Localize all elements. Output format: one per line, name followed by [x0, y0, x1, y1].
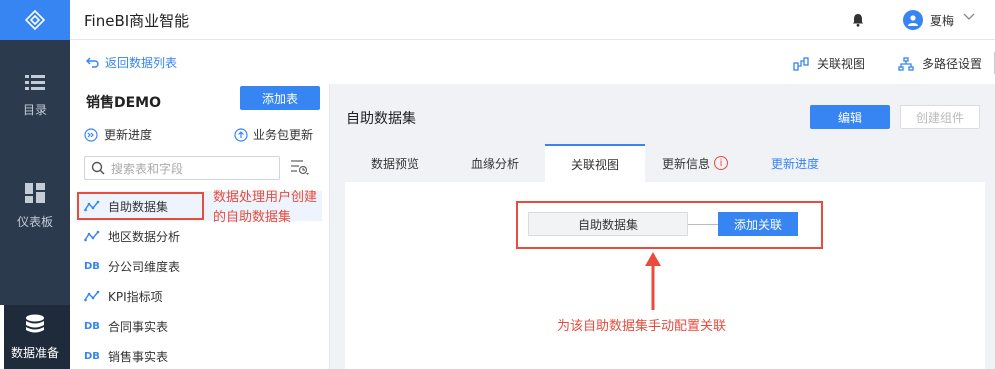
- tab-update-info[interactable]: 更新信息 i: [645, 144, 745, 182]
- package-update-label: 业务包更新: [253, 128, 314, 142]
- dashboard-icon: [25, 182, 45, 203]
- sort-filter-icon[interactable]: [290, 158, 310, 179]
- db-icon: DB: [84, 260, 100, 272]
- relation-view-label: 关联视图: [817, 57, 866, 71]
- bell-icon[interactable]: [852, 13, 864, 30]
- annotation-note-left: 数据处理用户创建 的自助数据集: [213, 190, 318, 225]
- create-component-button[interactable]: 创建组件: [900, 105, 980, 129]
- user-name[interactable]: 夏梅: [930, 12, 954, 29]
- self-help-dataset-icon: [84, 290, 100, 302]
- list-icon: [25, 74, 45, 90]
- package-update-button[interactable]: 业务包更新: [234, 126, 313, 143]
- table-name: 分公司维度表: [108, 259, 181, 274]
- relation-view-button[interactable]: 关联视图: [793, 55, 865, 72]
- logo-icon: [24, 9, 46, 31]
- tab-data-preview[interactable]: 数据预览: [345, 144, 445, 182]
- tab-update-progress[interactable]: 更新进度: [745, 144, 845, 182]
- table-name: 销售事实表: [108, 349, 169, 364]
- annotation-arrow: [645, 252, 661, 310]
- tab-label: 血缘分析: [470, 156, 519, 171]
- table-name: KPI指标项: [108, 289, 163, 304]
- tab-label: 更新信息: [661, 156, 710, 171]
- tab-label: 更新进度: [770, 156, 819, 171]
- tab-lineage[interactable]: 血缘分析: [445, 144, 545, 182]
- multi-path-label: 多路径设置: [922, 57, 983, 71]
- edit-button[interactable]: 编辑: [810, 105, 890, 129]
- sub-toolbar: 返回数据列表 关联视图 多路径设置: [70, 40, 995, 84]
- db-icon: DB: [84, 350, 100, 362]
- back-arrow-icon: [86, 57, 99, 68]
- table-item-branch-dimension[interactable]: DB 分公司维度表: [78, 251, 322, 281]
- add-table-button[interactable]: 添加表: [240, 86, 320, 110]
- table-item-kpi[interactable]: KPI指标项: [78, 281, 322, 311]
- progress-icon: [84, 127, 98, 142]
- relation-icon: [793, 56, 809, 71]
- annotation-note-bottom: 为该自助数据集手动配置关联: [557, 319, 727, 334]
- table-item-sales-fact[interactable]: DB 销售事实表: [78, 341, 322, 369]
- search-icon: [91, 161, 105, 175]
- back-to-data-list-link[interactable]: 返回数据列表: [86, 54, 177, 71]
- nav-label-catalog: 目录: [22, 102, 47, 117]
- dataset-title: 自助数据集: [346, 111, 416, 127]
- annotation-highlight-table: [77, 192, 204, 220]
- nav-item-dashboard[interactable]: 仪表板: [0, 174, 70, 238]
- upload-icon: [234, 127, 248, 142]
- tab-label: 数据预览: [370, 156, 419, 171]
- left-nav: 目录 仪表板 数据准备: [0, 0, 70, 369]
- detail-tabs: 数据预览 血缘分析 关联视图 更新信息 i 更新进度: [345, 144, 985, 182]
- multi-path-settings-button[interactable]: 多路径设置: [898, 55, 982, 72]
- tree-structure-icon: [898, 56, 914, 71]
- search-input[interactable]: 搜索表和字段: [84, 156, 280, 180]
- db-icon: DB: [84, 320, 100, 332]
- self-help-dataset-icon: [84, 230, 100, 242]
- user-icon: [908, 15, 918, 26]
- nav-label-data-prep: 数据准备: [10, 345, 59, 360]
- update-progress-button[interactable]: 更新进度: [84, 126, 152, 143]
- update-progress-label: 更新进度: [104, 128, 153, 142]
- nav-item-data-prep[interactable]: 数据准备: [0, 305, 70, 369]
- avatar[interactable]: [903, 10, 923, 30]
- chevron-down-icon[interactable]: [963, 11, 975, 24]
- table-item-contract-fact[interactable]: DB 合同事实表: [78, 311, 322, 341]
- table-name: 地区数据分析: [108, 229, 181, 244]
- package-title: 销售DEMO: [86, 95, 162, 111]
- search-placeholder: 搜索表和字段: [111, 161, 184, 176]
- warning-icon: i: [714, 156, 728, 170]
- nav-item-catalog[interactable]: 目录: [0, 64, 70, 128]
- fine-logo[interactable]: [0, 0, 70, 40]
- annotation-highlight-relation: [516, 201, 823, 249]
- app-title: FineBI商业智能: [84, 12, 190, 30]
- database-icon: [26, 314, 44, 332]
- tab-label: 关联视图: [570, 157, 619, 172]
- back-label: 返回数据列表: [105, 56, 178, 70]
- tab-relation-view[interactable]: 关联视图: [545, 144, 645, 182]
- table-name: 合同事实表: [108, 319, 169, 334]
- top-bar: FineBI商业智能 夏梅: [70, 0, 995, 40]
- nav-label-dashboard: 仪表板: [16, 214, 53, 229]
